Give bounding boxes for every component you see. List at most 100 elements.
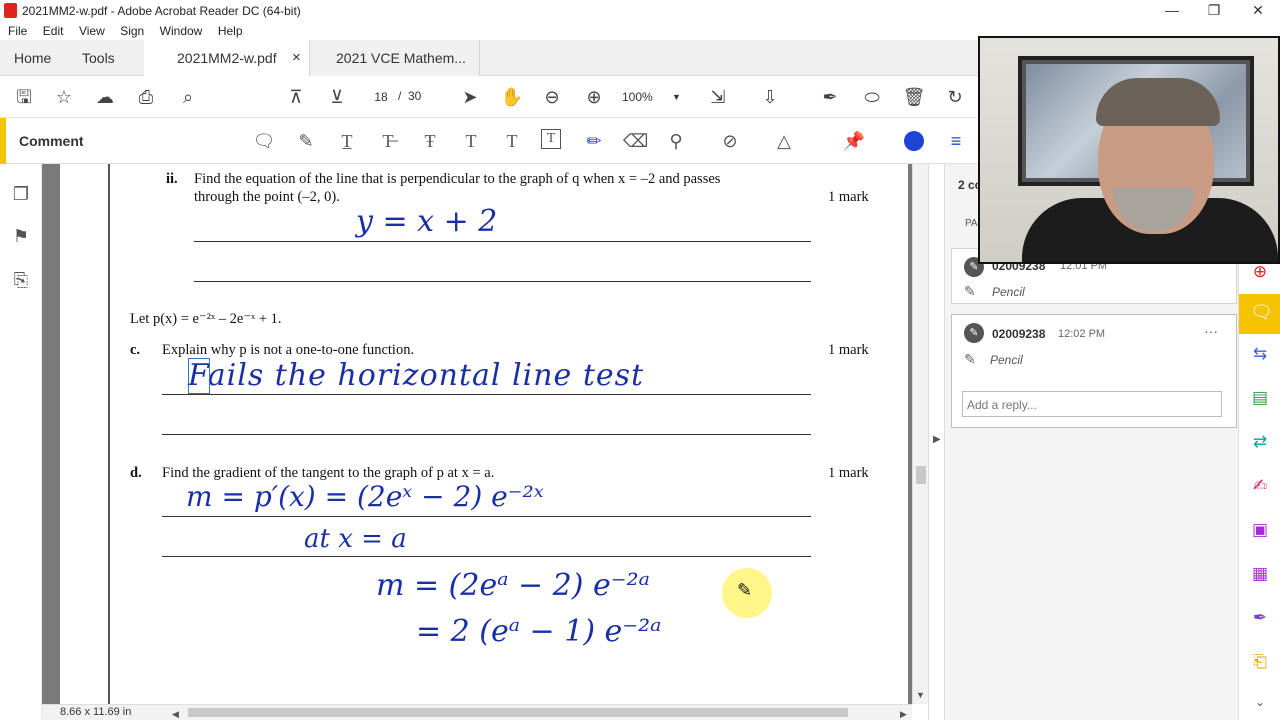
more-options-icon[interactable]: ··· (1204, 323, 1218, 339)
question-ii-mark: 1 mark (828, 189, 869, 205)
presenter-hair (1096, 78, 1220, 126)
comment-tool: Pencil (992, 285, 1025, 299)
edit-tag-icon[interactable]: ⬭ (860, 85, 884, 109)
restore-button[interactable]: ❐ (1192, 0, 1236, 22)
pdf-page[interactable]: ii. Find the equation of the line that i… (60, 164, 908, 704)
eraser-icon[interactable]: ⌫ (623, 129, 648, 153)
shapes-icon[interactable]: △ (772, 129, 796, 153)
scroll-right-icon[interactable]: ▶ (900, 709, 907, 720)
zoom-in-icon[interactable]: ⊕ (582, 85, 606, 109)
question-d-mark: 1 mark (828, 465, 869, 481)
answer-line (194, 241, 811, 242)
vertical-scrollbar[interactable]: ▼ (912, 164, 928, 704)
page-total: 30 (408, 89, 422, 103)
handwritten-answer-c: Fails the horizontal line test (188, 358, 645, 393)
add-text-icon[interactable]: T (500, 129, 524, 153)
previous-page-icon[interactable]: ⊼ (284, 85, 308, 109)
more-tools-chevron-icon[interactable]: ⌄ (1248, 690, 1272, 714)
panel-collapse-strip[interactable]: ▶ (929, 164, 945, 720)
scroll-mode-icon[interactable]: ⇩ (758, 85, 782, 109)
sticky-note-icon[interactable]: 🗨 (252, 129, 276, 153)
underline-text-icon[interactable]: T̲ (335, 129, 359, 153)
question-c-mark: 1 mark (828, 342, 869, 358)
text-box-icon[interactable]: T (541, 129, 561, 149)
horizontal-scroll-thumb[interactable] (188, 708, 848, 717)
protect-pdf-icon[interactable]: ▦ (1248, 562, 1272, 586)
export-pdf-icon[interactable]: ⇆ (1248, 342, 1272, 366)
pencil-draw-icon[interactable]: ✏ (582, 129, 606, 153)
comment-card-2[interactable]: ✎ 02009238 12:02 PM ··· ✎ Pencil Add a r… (951, 314, 1237, 428)
stamp-tool-icon[interactable]: ⎗ (1248, 650, 1272, 674)
page-size-status: 8.66 x 11.69 in (60, 706, 132, 718)
search-icon[interactable]: ⌕ (176, 85, 200, 109)
trash-icon[interactable]: 🗑 (902, 85, 926, 109)
highlight-icon[interactable]: ✎ (294, 129, 318, 153)
left-navigation-rail: ❐ ⚑ ⎘ (0, 164, 42, 720)
zoom-value: 100% (622, 90, 653, 104)
question-c-label: c. (130, 342, 141, 358)
select-pointer-icon[interactable]: ➤ (458, 85, 482, 109)
bookmark-star-icon[interactable]: ☆ (52, 85, 76, 109)
tab-document-active[interactable]: 2021MM2-w.pdf × (144, 40, 310, 76)
collapse-panel-icon[interactable]: ▶ (933, 434, 941, 445)
stamp-icon[interactable]: ⚲ (664, 129, 688, 153)
page-thumbnails-icon[interactable]: ❐ (10, 184, 32, 206)
color-picker-icon[interactable] (904, 131, 924, 151)
reply-input[interactable]: Add a reply... (962, 391, 1222, 417)
menu-help[interactable]: Help (218, 24, 243, 38)
edit-pdf-icon[interactable]: ▣ (1248, 518, 1272, 542)
attachments-icon[interactable]: ⎘ (10, 270, 32, 292)
tab-close-icon[interactable]: × (292, 40, 301, 76)
hand-tool-icon[interactable]: ✋ (500, 85, 524, 109)
zoom-out-icon[interactable]: ⊖ (540, 85, 564, 109)
function-definition: Let p(x) = e⁻²ˣ – 2e⁻ˣ + 1. (130, 311, 282, 327)
tab-tools[interactable]: Tools (82, 40, 115, 76)
pin-icon[interactable]: 📌 (842, 129, 866, 153)
zoom-select[interactable]: 100% ▼ (622, 88, 688, 106)
tab-home[interactable]: Home (14, 40, 51, 76)
scroll-thumb[interactable] (916, 466, 926, 484)
tab-document-label: 2021MM2-w.pdf (177, 50, 277, 66)
title-bar: 2021MM2-w.pdf - Adobe Acrobat Reader DC … (0, 0, 1280, 22)
handwritten-answer-ii: y = x + 2 (356, 204, 498, 239)
page-margin-line (108, 164, 110, 704)
attach-file-icon[interactable]: ⊘ (718, 129, 742, 153)
send-for-review-icon[interactable]: ⇄ (1248, 430, 1272, 454)
menu-view[interactable]: View (79, 24, 105, 38)
minimize-button[interactable]: — (1150, 0, 1194, 22)
menu-sign[interactable]: Sign (120, 24, 144, 38)
replace-text-icon[interactable]: Ŧ (418, 129, 442, 153)
save-icon[interactable]: 🖫 (12, 85, 36, 109)
close-button[interactable]: ✕ (1236, 0, 1280, 22)
strikethrough-icon[interactable]: T̶ (376, 129, 400, 153)
comment-tool-active[interactable]: 🗨 (1239, 294, 1280, 334)
scroll-left-icon[interactable]: ◀ (172, 709, 179, 720)
rotate-icon[interactable]: ↻ (943, 85, 967, 109)
bookmarks-icon[interactable]: ⚑ (10, 226, 32, 248)
organize-pages-icon[interactable]: ▤ (1248, 386, 1272, 410)
sign-pen-icon[interactable]: ✒ (818, 85, 842, 109)
menu-file[interactable]: File (8, 24, 27, 38)
question-ii-text-line2: through the point (–2, 0). (194, 189, 340, 205)
handwritten-working-line2: at x = a (304, 524, 407, 554)
ink-selection-handle[interactable] (188, 358, 210, 394)
menu-window[interactable]: Window (160, 24, 203, 38)
scroll-down-icon[interactable]: ▼ (916, 690, 925, 700)
print-icon[interactable]: ⎙ (134, 85, 158, 109)
next-page-icon[interactable]: ⊻ (325, 85, 349, 109)
line-width-icon[interactable]: ≡ (944, 129, 968, 153)
fit-page-icon[interactable]: ⇲ (706, 85, 730, 109)
fill-sign-icon[interactable]: ✍ (1248, 474, 1272, 498)
menu-edit[interactable]: Edit (43, 24, 64, 38)
page-number-input[interactable]: 18 (366, 86, 396, 108)
answer-line (162, 556, 811, 557)
horizontal-scrollbar[interactable]: ◀ ▶ (42, 704, 912, 720)
sign-icon[interactable]: ✒ (1248, 606, 1272, 630)
pencil-cursor-icon: ✎ (737, 580, 753, 600)
handwritten-working-line1: m = p′(x) = (2eˣ − 2) e⁻²ˣ (186, 480, 544, 513)
document-viewport[interactable]: ii. Find the equation of the line that i… (42, 164, 912, 704)
upload-cloud-icon[interactable]: ☁ (93, 85, 117, 109)
tab-bar: Home Tools 2021MM2-w.pdf × 2021 VCE Math… (0, 40, 980, 76)
insert-text-icon[interactable]: T (459, 129, 483, 153)
tab-document-2[interactable]: 2021 VCE Mathem... (310, 40, 480, 76)
